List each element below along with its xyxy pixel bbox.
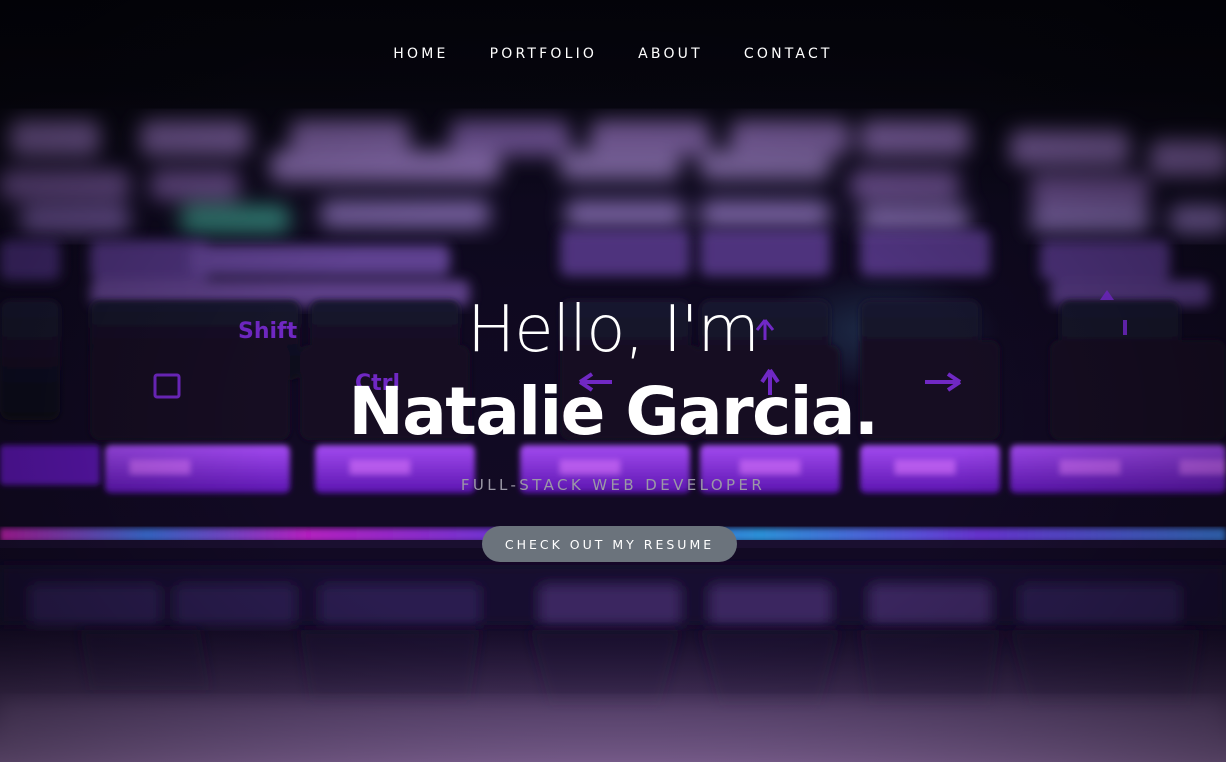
nav-link-home[interactable]: HOME: [393, 42, 448, 66]
nav-link-portfolio[interactable]: PORTFOLIO: [490, 42, 598, 66]
hero-name: Natalie Garcia.: [348, 373, 879, 450]
nav-link-about[interactable]: ABOUT: [638, 42, 703, 66]
hero-role: FULL-STACK WEB DEVELOPER: [460, 476, 766, 494]
main-nav: HOME PORTFOLIO ABOUT CONTACT: [0, 42, 1226, 66]
hero-section: Shift Ctrl HOME PORTFOLIO ABOUT CONTACT …: [0, 0, 1226, 762]
resume-button[interactable]: CHECK OUT MY RESUME: [482, 526, 737, 562]
hero-greeting: Hello, I'm: [467, 293, 760, 367]
nav-link-contact[interactable]: CONTACT: [744, 42, 833, 66]
